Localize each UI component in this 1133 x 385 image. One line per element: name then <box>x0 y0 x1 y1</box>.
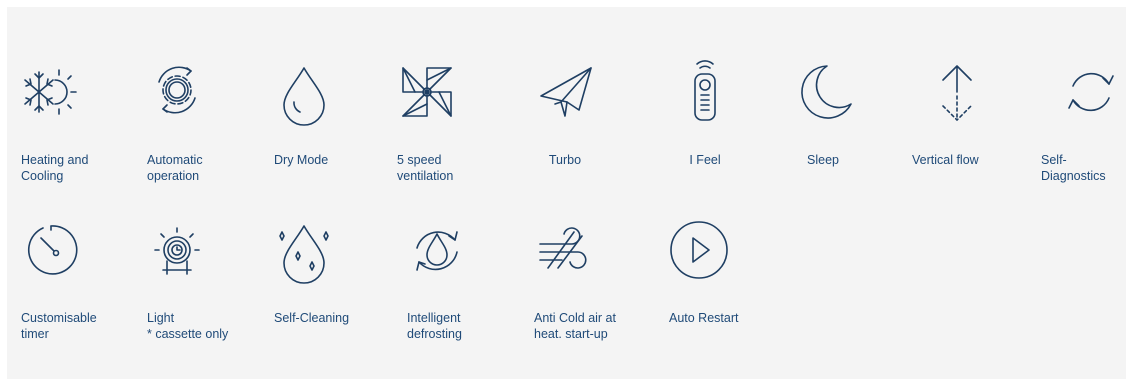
light-clock-icon <box>154 227 200 275</box>
snowflake-sun-icon <box>24 69 77 115</box>
droplet-icon <box>283 67 325 126</box>
play-circle-icon <box>670 221 728 279</box>
feature-label: 5 speed ventilation <box>397 153 454 183</box>
feature-label: Sleep <box>807 153 839 167</box>
feature-label: Automatic operation <box>147 153 203 183</box>
feature-label: Auto Restart <box>669 311 739 325</box>
feature-label: Light * cassette only <box>147 311 229 341</box>
warm-air-flow-icon <box>539 227 587 269</box>
feature-label: Self-Cleaning <box>274 311 350 325</box>
feature-label: Heating and Cooling <box>21 153 89 183</box>
remote-control-icon <box>694 60 716 121</box>
feature-label: I Feel <box>689 153 721 167</box>
paper-plane-icon <box>540 67 592 117</box>
feature-label: Self- Diagnostics <box>1041 153 1106 183</box>
vertical-flow-arrow-icon <box>942 65 972 121</box>
feature-label: Vertical flow <box>912 153 979 167</box>
auto-gear-icon <box>158 66 196 114</box>
defrost-cycle-icon <box>416 231 458 271</box>
feature-label: Customisable timer <box>21 311 97 341</box>
sparkling-droplet-icon <box>279 225 329 284</box>
timer-icon <box>27 225 78 275</box>
feature-label: Anti Cold air at heat. start-up <box>534 311 616 341</box>
features-panel: Heating and Cooling Automatic operation … <box>7 7 1126 379</box>
feature-label: Dry Mode <box>274 153 329 167</box>
feature-label: Turbo <box>548 153 582 167</box>
refresh-cycle-icon <box>1068 72 1114 112</box>
pinwheel-fan-icon <box>402 67 452 117</box>
feature-label: Intelligent defrosting <box>407 311 462 341</box>
moon-icon <box>801 65 852 119</box>
